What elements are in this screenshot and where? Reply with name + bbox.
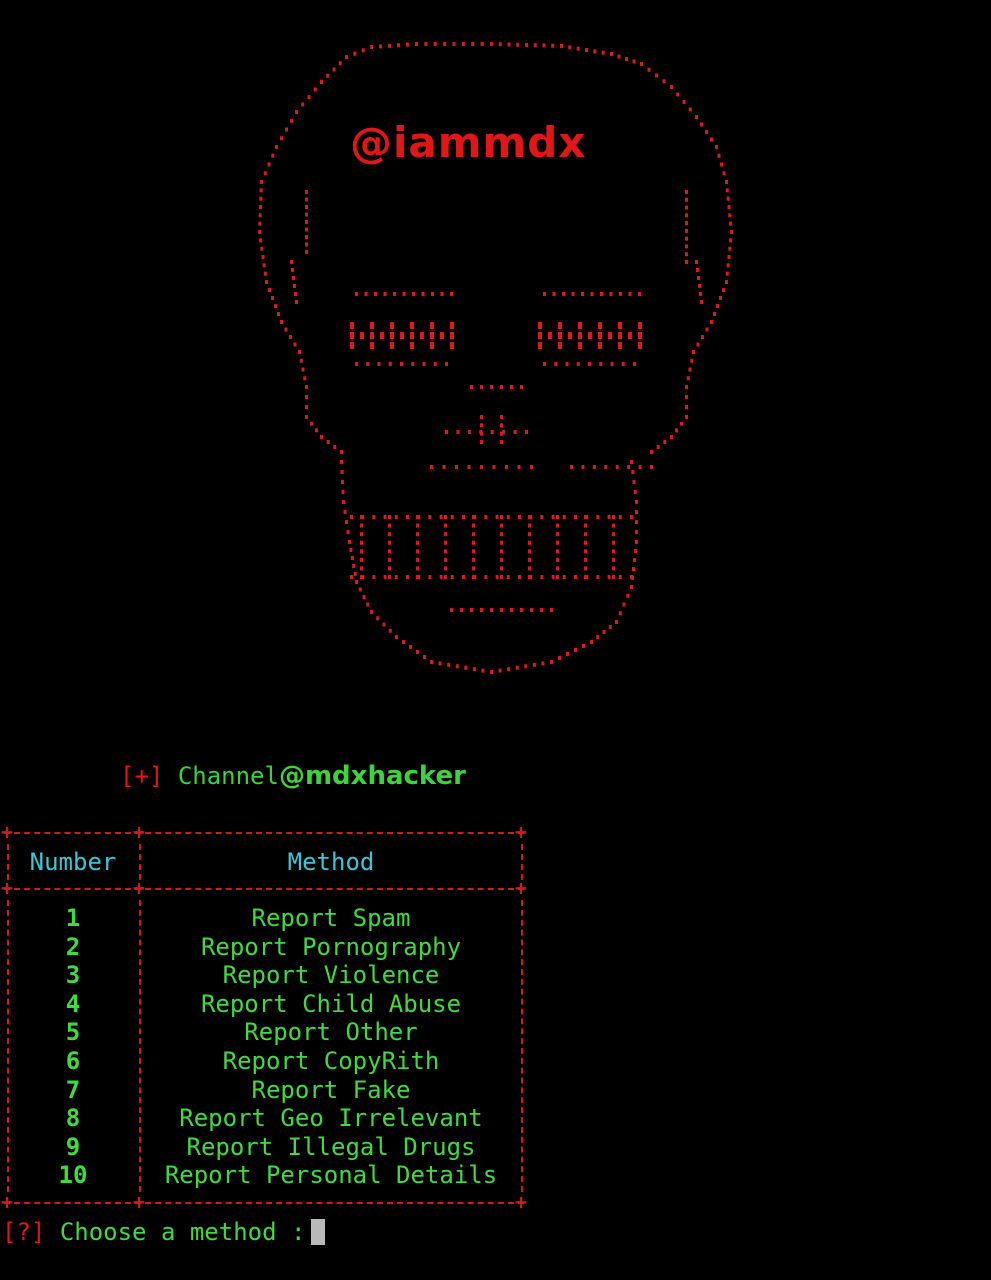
row-method: Report CopyRith (222, 1046, 440, 1075)
table-row[interactable]: 7 Report Fake (0, 1076, 528, 1105)
table-row[interactable]: 6 Report CopyRith (0, 1047, 528, 1076)
corner-mark: + (132, 876, 146, 900)
prompt-text: Choose a method : (59, 1218, 306, 1246)
row-number: 7 (65, 1075, 81, 1104)
row-method: Report Spam (251, 904, 411, 932)
row-number: 6 (65, 1046, 81, 1075)
table-right-border (521, 844, 523, 880)
table-row[interactable]: 4 Report Child Abuse (0, 990, 528, 1019)
corner-mark: + (0, 1190, 14, 1214)
corner-mark: + (0, 820, 14, 844)
row-number: 9 (65, 1132, 81, 1161)
corner-mark: + (132, 1190, 146, 1214)
row-number: 5 (65, 1018, 81, 1047)
prompt-marker: [?] (2, 1218, 46, 1246)
table-row[interactable]: 5 Report Other (0, 1018, 528, 1047)
corner-mark: + (514, 820, 528, 844)
row-method: Report Illegal Drugs (186, 1132, 476, 1161)
table-bottom-border (4, 1202, 524, 1204)
corner-mark: + (0, 876, 14, 900)
row-method: Report Violence (222, 961, 440, 990)
row-method: Report Other (244, 1018, 418, 1047)
table-top-border (4, 832, 524, 834)
channel-line: [+] Channel@mdxhacker (120, 760, 466, 792)
row-method: Report Geo Irrelevant (179, 1104, 483, 1133)
row-method: Report Pornography (200, 932, 462, 961)
channel-bracket-open: [ (120, 762, 135, 790)
table-header-divider (4, 888, 524, 890)
row-number: 4 (65, 989, 81, 1018)
channel-label: Channel (177, 762, 279, 790)
table-column-divider (139, 844, 141, 880)
table-left-border (7, 844, 9, 880)
corner-mark: + (514, 876, 528, 900)
row-method: Report Fake (251, 1075, 411, 1104)
row-number: 10 (58, 1161, 88, 1190)
row-method: Report Personal Details (164, 1161, 498, 1190)
banner-handle: @iammdx (350, 118, 587, 167)
row-method: Report Child Abuse (200, 989, 462, 1018)
row-number: 2 (65, 932, 81, 961)
table-body: 1 Report Spam 2 Report Pornography 3 Report V… (0, 904, 528, 1190)
table-row[interactable]: 2 Report Pornography (0, 933, 528, 962)
table-row[interactable]: 8 Report Geo Irrelevant (0, 1104, 528, 1133)
table-row[interactable]: 10 Report Personal Details (0, 1161, 528, 1190)
plus-icon: + (134, 762, 149, 790)
header-method: Method (287, 848, 375, 876)
table-row[interactable]: 9 Report Illegal Drugs (0, 1133, 528, 1162)
method-prompt[interactable]: [?] Choose a method : (2, 1216, 326, 1248)
corner-mark: + (132, 820, 146, 844)
terminal-cursor[interactable] (311, 1219, 326, 1245)
channel-handle: @mdxhacker (278, 761, 466, 791)
channel-bracket-close: ] (148, 762, 164, 790)
table-row[interactable]: 3 Report Violence (0, 961, 528, 990)
corner-mark: + (514, 1190, 528, 1214)
table-row[interactable]: 1 Report Spam (0, 904, 528, 933)
row-number: 3 (65, 961, 81, 990)
header-number: Number (29, 848, 117, 876)
methods-table: + + + + + + + + + Number Method 1 Report … (0, 820, 528, 1214)
row-number: 1 (65, 904, 81, 932)
row-number: 8 (65, 1104, 81, 1133)
